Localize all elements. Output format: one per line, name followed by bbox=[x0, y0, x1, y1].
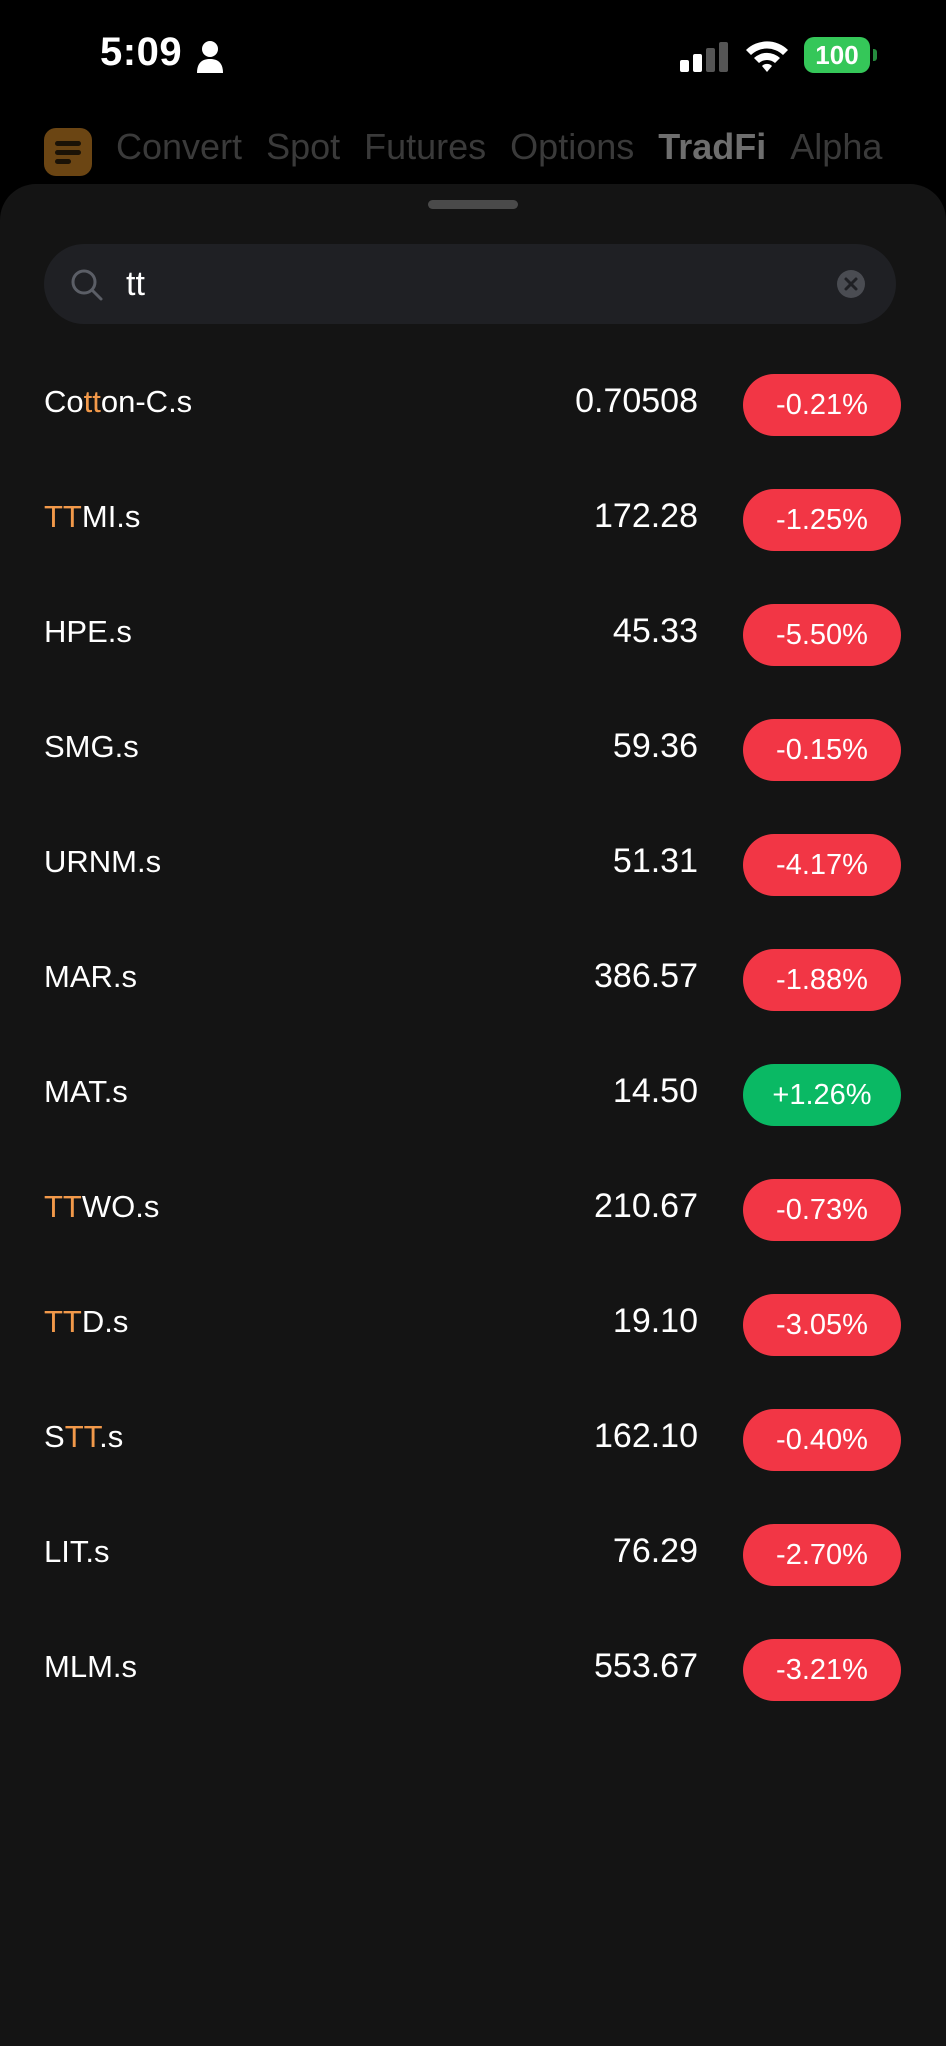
change-badge[interactable]: -0.15% bbox=[743, 719, 901, 781]
top-nav: Convert Spot Futures Options TradFi Alpha bbox=[0, 112, 946, 192]
symbol-text: .s bbox=[99, 1419, 124, 1454]
status-time: 5:09 bbox=[100, 30, 183, 74]
list-item[interactable]: TTMI.s 172.28 -1.25% bbox=[0, 469, 946, 584]
symbol-name: MLM.s bbox=[44, 1649, 137, 1685]
clear-icon[interactable] bbox=[836, 269, 866, 299]
nav-tabs: Convert Spot Futures Options TradFi Alpha bbox=[116, 126, 906, 168]
last-price: 162.10 bbox=[594, 1417, 698, 1455]
symbol-text: LIT.s bbox=[44, 1534, 110, 1569]
last-price: 210.67 bbox=[594, 1187, 698, 1225]
wifi-icon bbox=[746, 41, 788, 72]
symbol-match-highlight: TT bbox=[44, 1304, 82, 1339]
nav-tab-convert[interactable]: Convert bbox=[116, 126, 242, 168]
search-icon bbox=[71, 269, 103, 301]
change-badge[interactable]: -1.88% bbox=[743, 949, 901, 1011]
list-item[interactable]: URNM.s 51.31 -4.17% bbox=[0, 814, 946, 929]
symbol-name: URNM.s bbox=[44, 844, 161, 880]
change-badge[interactable]: -0.40% bbox=[743, 1409, 901, 1471]
symbol-text: URNM.s bbox=[44, 844, 162, 879]
nav-tab-options[interactable]: Options bbox=[510, 126, 634, 168]
change-badge[interactable]: -1.25% bbox=[743, 489, 901, 551]
symbol-name: MAT.s bbox=[44, 1074, 128, 1110]
symbol-text: D.s bbox=[81, 1304, 129, 1339]
nav-tab-spot[interactable]: Spot bbox=[266, 126, 340, 168]
change-badge[interactable]: -2.70% bbox=[743, 1524, 901, 1586]
symbol-name: SMG.s bbox=[44, 729, 139, 765]
menu-logo-icon bbox=[44, 128, 92, 176]
nav-tab-futures[interactable]: Futures bbox=[364, 126, 486, 168]
symbol-name: MAR.s bbox=[44, 959, 137, 995]
last-price: 0.70508 bbox=[575, 382, 698, 420]
list-item[interactable]: HPE.s 45.33 -5.50% bbox=[0, 584, 946, 699]
list-item[interactable]: LIT.s 76.29 -2.70% bbox=[0, 1504, 946, 1619]
symbol-name: HPE.s bbox=[44, 614, 132, 650]
list-item[interactable]: MAT.s 14.50 +1.26% bbox=[0, 1044, 946, 1159]
symbol-name: TTWO.s bbox=[44, 1189, 159, 1225]
symbol-text: HPE.s bbox=[44, 614, 132, 649]
status-bar: 5:09 100 bbox=[0, 0, 946, 112]
search-bar[interactable] bbox=[44, 244, 896, 324]
list-item[interactable]: MAR.s 386.57 -1.88% bbox=[0, 929, 946, 1044]
nav-tab-tradfi[interactable]: TradFi bbox=[658, 126, 766, 168]
change-badge[interactable]: +1.26% bbox=[743, 1064, 901, 1126]
change-badge[interactable]: -0.21% bbox=[743, 374, 901, 436]
symbol-name: STT.s bbox=[44, 1419, 123, 1455]
last-price: 76.29 bbox=[612, 1532, 698, 1570]
result-list: Cotton-C.s 0.70508 -0.21% TTMI.s 172.28 -1.25… bbox=[0, 354, 946, 1734]
last-price: 553.67 bbox=[594, 1647, 698, 1685]
symbol-text: on-C.s bbox=[100, 384, 193, 419]
last-price: 386.57 bbox=[594, 957, 698, 995]
last-price: 14.50 bbox=[612, 1072, 698, 1110]
symbol-text: WO.s bbox=[81, 1189, 160, 1224]
last-price: 45.33 bbox=[612, 612, 698, 650]
symbol-text: MAT.s bbox=[44, 1074, 128, 1109]
list-item[interactable]: Cotton-C.s 0.70508 -0.21% bbox=[0, 354, 946, 469]
list-item[interactable]: TTD.s 19.10 -3.05% bbox=[0, 1274, 946, 1389]
change-badge[interactable]: -5.50% bbox=[743, 604, 901, 666]
symbol-match-highlight: TT bbox=[44, 499, 82, 534]
last-price: 59.36 bbox=[612, 727, 698, 765]
list-item[interactable]: SMG.s 59.36 -0.15% bbox=[0, 699, 946, 814]
search-sheet: Cotton-C.s0.70508-0.21%TTMI.s172.28-1.25… bbox=[0, 184, 946, 2046]
change-badge[interactable]: -3.21% bbox=[743, 1639, 901, 1701]
symbol-text: Co bbox=[44, 384, 84, 419]
symbol-match-highlight: tt bbox=[83, 384, 101, 419]
last-price: 172.28 bbox=[594, 497, 698, 535]
symbol-name: Cotton-C.s bbox=[44, 384, 192, 420]
symbol-match-highlight: TT bbox=[44, 1189, 82, 1224]
person-icon bbox=[197, 41, 223, 73]
symbol-text: S bbox=[44, 1419, 65, 1454]
symbol-text: MLM.s bbox=[44, 1649, 137, 1684]
last-price: 51.31 bbox=[612, 842, 698, 880]
cellular-signal-icon bbox=[680, 42, 728, 72]
battery-indicator: 100 bbox=[804, 37, 877, 73]
symbol-text: MAR.s bbox=[44, 959, 137, 994]
sheet-grabber[interactable] bbox=[428, 200, 518, 209]
symbol-match-highlight: TT bbox=[64, 1419, 100, 1454]
nav-tab-alpha[interactable]: Alpha bbox=[790, 126, 882, 168]
symbol-text: MI.s bbox=[81, 499, 141, 534]
list-item[interactable]: STT.s 162.10 -0.40% bbox=[0, 1389, 946, 1504]
symbol-name: LIT.s bbox=[44, 1534, 109, 1570]
change-badge[interactable]: -4.17% bbox=[743, 834, 901, 896]
list-item[interactable]: TTWO.s 210.67 -0.73% bbox=[0, 1159, 946, 1274]
symbol-text: SMG.s bbox=[44, 729, 139, 764]
battery-cap bbox=[873, 49, 877, 61]
battery-level: 100 bbox=[804, 37, 870, 73]
list-item[interactable]: MLM.s 553.67 -3.21% bbox=[0, 1619, 946, 1734]
change-badge[interactable]: -0.73% bbox=[743, 1179, 901, 1241]
last-price: 19.10 bbox=[612, 1302, 698, 1340]
symbol-name: TTD.s bbox=[44, 1304, 128, 1340]
search-input[interactable] bbox=[126, 244, 766, 324]
change-badge[interactable]: -3.05% bbox=[743, 1294, 901, 1356]
symbol-name: TTMI.s bbox=[44, 499, 140, 535]
